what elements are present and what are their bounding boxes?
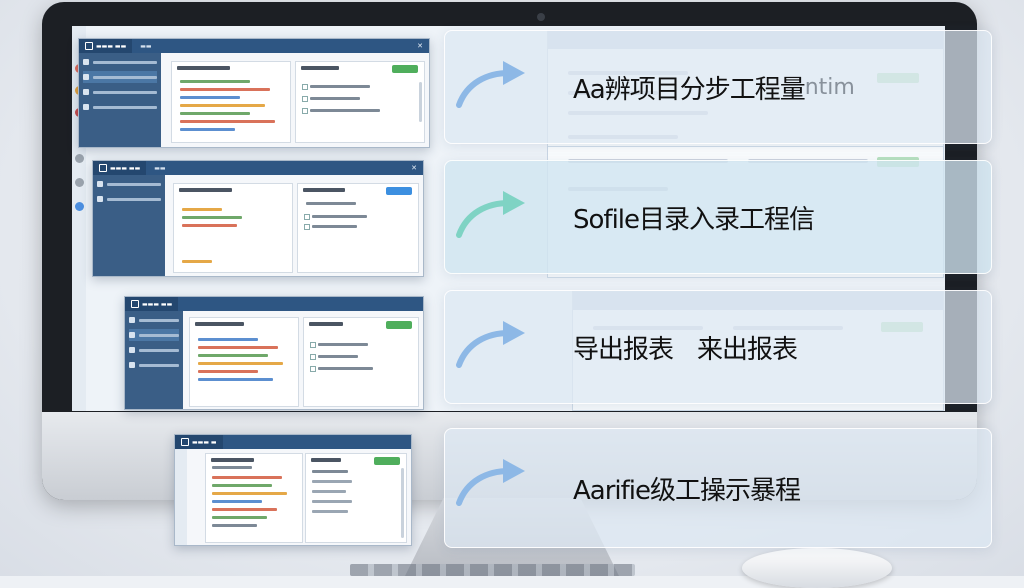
arrow-right-icon — [456, 191, 525, 238]
camera-icon — [537, 13, 545, 21]
dock-dot-icon[interactable] — [75, 202, 84, 211]
scrollbar[interactable] — [419, 82, 422, 122]
window-sidebar — [93, 175, 165, 276]
primary-button[interactable] — [392, 65, 418, 73]
dock-dot-icon[interactable] — [75, 178, 84, 187]
app-window[interactable]: ▬▬▬ ▬ — [174, 434, 412, 546]
app-icon — [85, 42, 93, 50]
window-sidebar — [79, 53, 161, 147]
sidebar-item[interactable] — [83, 71, 157, 83]
window-title-bar: ▬▬▬ ▬ — [175, 435, 411, 449]
app-window[interactable]: ▬▬▬ ▬▬ ▬▬ ✕ — [78, 38, 430, 148]
mouse-icon — [742, 548, 892, 588]
checkbox[interactable] — [302, 96, 308, 102]
arrow-right-icon — [456, 321, 525, 368]
window-title-bar: ▬▬▬ ▬▬ ▬▬ ✕ — [93, 161, 423, 175]
app-window[interactable]: ▬▬▬ ▬▬ ▬▬ ✕ — [92, 160, 424, 277]
primary-button[interactable] — [386, 321, 412, 329]
app-icon — [99, 164, 107, 172]
data-panel — [171, 61, 291, 143]
list-panel — [305, 453, 407, 543]
window-sidebar — [125, 311, 183, 409]
caption-strip — [350, 564, 635, 576]
arrow-right-icon — [456, 61, 525, 108]
window-title-bar: ▬▬▬ ▬▬ — [125, 297, 423, 311]
window-tab-secondary[interactable]: ▬▬ — [140, 43, 151, 50]
window-tab[interactable]: ▬▬▬ ▬▬ — [93, 161, 147, 175]
checkbox[interactable] — [302, 108, 308, 114]
window-tab-secondary[interactable]: ▬▬ — [154, 165, 165, 172]
step-label: 导出报表 来出报表 — [573, 334, 798, 365]
scrollbar[interactable] — [401, 468, 404, 538]
sidebar-item[interactable] — [97, 193, 161, 205]
step-label: Aa辨项目分步工程量 ntim — [573, 74, 855, 105]
data-panel — [173, 183, 293, 273]
window-close-icon[interactable]: ✕ — [417, 42, 423, 50]
checkbox[interactable] — [310, 354, 316, 360]
sidebar-item[interactable] — [129, 344, 179, 356]
window-sidebar — [175, 449, 187, 545]
data-panel — [205, 453, 303, 543]
checkbox[interactable] — [310, 366, 316, 372]
step-card: Aa辨项目分步工程量 ntim — [444, 30, 992, 144]
app-window[interactable]: ▬▬▬ ▬▬ — [124, 296, 424, 410]
sidebar-item[interactable] — [129, 359, 179, 371]
sidebar-item[interactable] — [97, 178, 161, 190]
window-title-bar: ▬▬▬ ▬▬ ▬▬ ✕ — [79, 39, 429, 53]
dock-dot-icon[interactable] — [75, 154, 84, 163]
step-card: 导出报表 来出报表 — [444, 290, 992, 404]
checkbox[interactable] — [310, 342, 316, 348]
sidebar-item[interactable] — [129, 314, 179, 326]
checkbox[interactable] — [304, 214, 310, 220]
list-panel — [297, 183, 419, 273]
window-close-icon[interactable]: ✕ — [411, 164, 417, 172]
window-tab[interactable]: ▬▬▬ ▬ — [175, 435, 223, 449]
sidebar-item[interactable] — [83, 56, 157, 68]
step-label: Aarifie级工操示暴程 — [573, 475, 801, 506]
step-label: Sofile目录入录工程信 — [573, 204, 815, 235]
arrow-right-icon — [456, 459, 525, 506]
list-panel — [303, 317, 419, 407]
primary-button[interactable] — [374, 457, 400, 465]
app-icon — [181, 438, 189, 446]
sidebar-item[interactable] — [83, 86, 157, 98]
step-card: Aarifie级工操示暴程 — [444, 428, 992, 548]
list-panel — [295, 61, 425, 143]
blue-button[interactable] — [386, 187, 412, 195]
window-tab[interactable]: ▬▬▬ ▬▬ — [79, 39, 133, 53]
step-card: Sofile目录入录工程信 — [444, 160, 992, 274]
window-tab[interactable]: ▬▬▬ ▬▬ — [125, 297, 179, 311]
checkbox[interactable] — [302, 84, 308, 90]
sidebar-item[interactable] — [129, 329, 179, 341]
sidebar-item[interactable] — [83, 101, 157, 113]
app-icon — [131, 300, 139, 308]
checkbox[interactable] — [304, 224, 310, 230]
data-panel — [189, 317, 299, 407]
